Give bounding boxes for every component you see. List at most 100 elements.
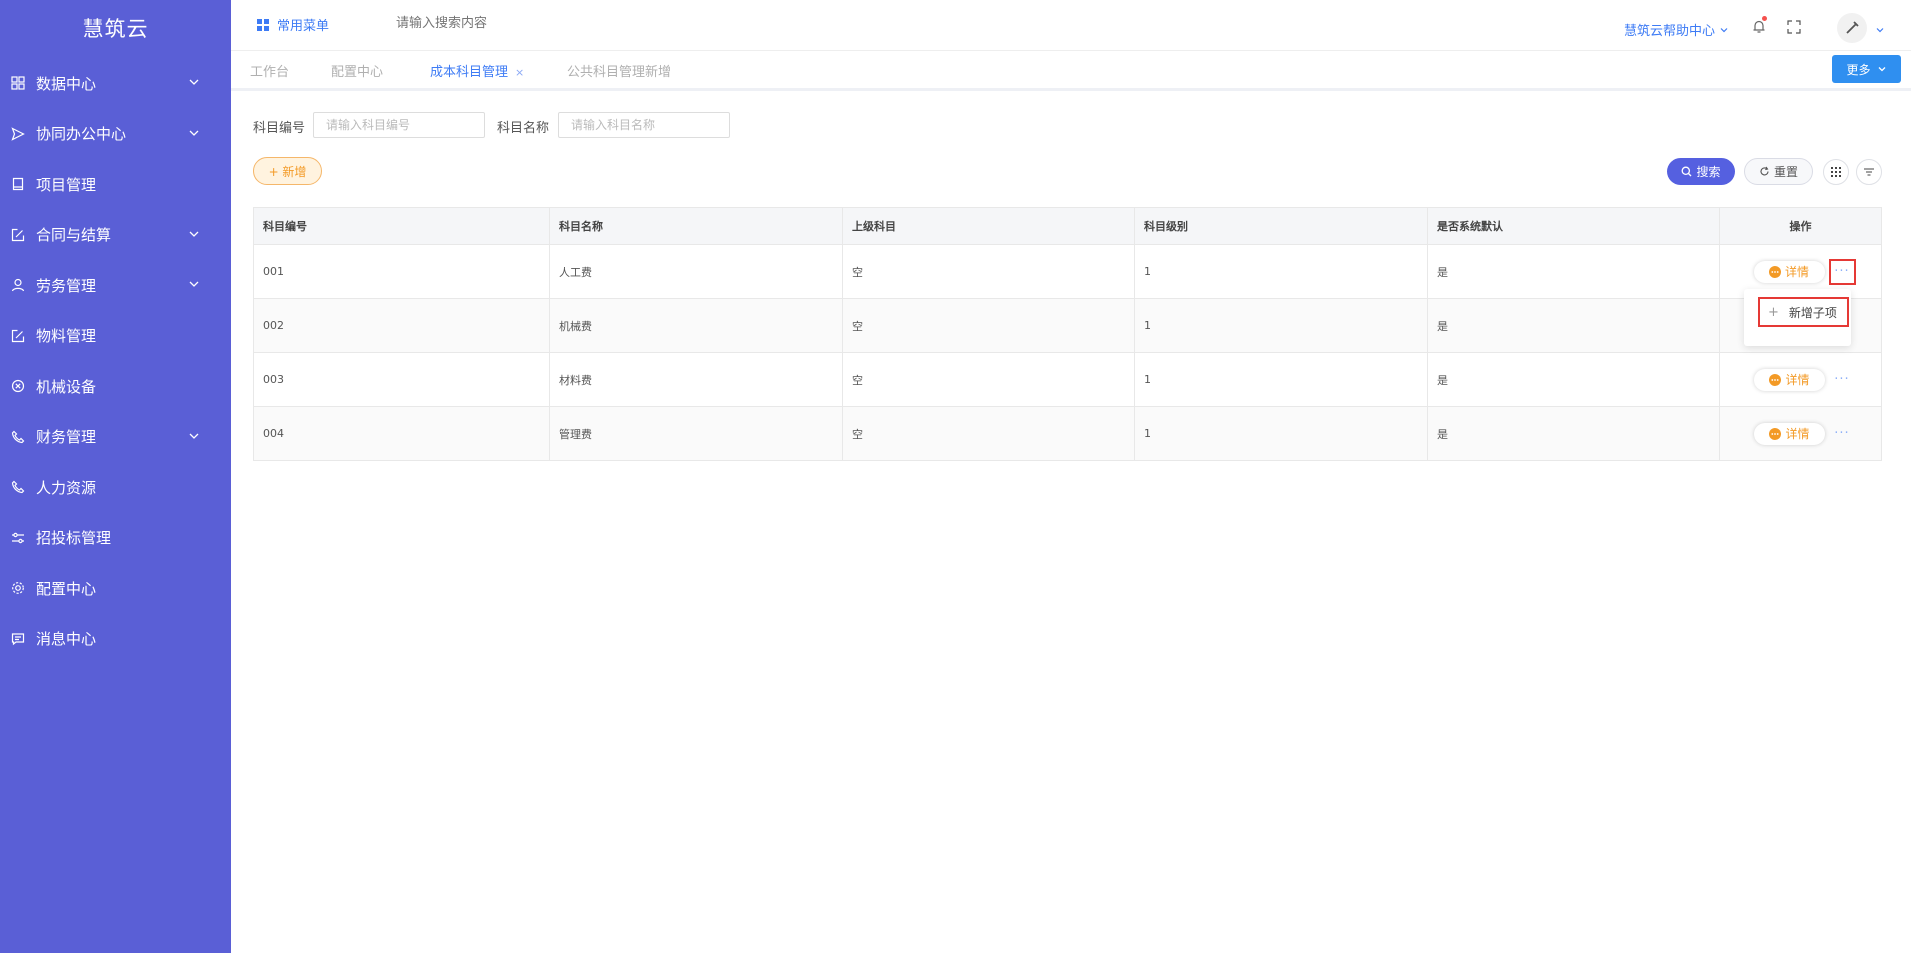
sidebar-item[interactable]: 人力资源 <box>0 462 231 513</box>
chevron-down-icon <box>187 429 203 445</box>
sidebar-item[interactable]: 数据中心 <box>0 58 231 109</box>
sidebar-item-label: 物料管理 <box>36 327 97 346</box>
more-button[interactable]: 更多 <box>1832 55 1901 83</box>
filter-settings-button[interactable] <box>1856 159 1882 185</box>
tab-public-subject-add[interactable]: 公共科目管理新增 <box>567 61 671 80</box>
user-icon <box>10 277 26 293</box>
subject-table: 科目编号 科目名称 上级科目 科目级别 是否系统默认 操作 001 人工费空 1 是详… <box>253 207 1882 461</box>
grid-icon <box>1831 167 1841 177</box>
detail-button-label: 详情 <box>1785 427 1810 441</box>
sidebar-item-label: 合同与结算 <box>36 226 112 245</box>
sidebar-item[interactable]: 招投标管理 <box>0 513 231 564</box>
more-actions-icon[interactable]: ··· <box>1829 423 1855 445</box>
tab-config-center[interactable]: 配置中心 <box>331 61 383 80</box>
table-cell: 002 <box>253 298 550 353</box>
chevron-down-icon <box>187 227 203 243</box>
sidebar-item-label: 财务管理 <box>36 428 97 447</box>
sidebar-item-label: 人力资源 <box>36 478 97 497</box>
column-header: 操作 <box>1719 207 1882 245</box>
search-button[interactable]: 搜索 <box>1667 158 1735 185</box>
notification-bell-icon[interactable] <box>1752 16 1767 38</box>
menu-item-label: 新增子项 <box>1788 305 1837 320</box>
code-filter-label: 科目编号 <box>253 121 306 136</box>
notification-dot <box>1762 16 1767 21</box>
reset-button[interactable]: 重置 <box>1744 158 1813 185</box>
tab-workbench[interactable]: 工作台 <box>250 61 289 80</box>
more-button-label: 更多 <box>1846 62 1871 77</box>
table-cell: 机械费 <box>549 298 843 353</box>
search-button-label: 搜索 <box>1696 165 1721 179</box>
plus-icon: + <box>1768 304 1779 320</box>
sidebar-item[interactable]: 配置中心 <box>0 563 231 614</box>
tab-cost-subject[interactable]: 成本科目管理 × <box>430 61 524 80</box>
code-filter-input[interactable] <box>313 112 485 138</box>
sliders-icon <box>1864 168 1874 176</box>
more-circle-icon <box>1769 427 1782 440</box>
table-cell: 空 <box>842 406 1135 461</box>
tab-label: 成本科目管理 <box>430 65 509 80</box>
sidebar-item[interactable]: 合同与结算 <box>0 210 231 261</box>
column-header: 上级科目 <box>842 207 1135 245</box>
sidebar-item[interactable]: 机械设备 <box>0 361 231 412</box>
detail-button[interactable]: 详情 <box>1753 260 1825 283</box>
avatar-chevron-down-icon[interactable] <box>1875 24 1885 39</box>
chevron-down-icon <box>1878 67 1885 72</box>
sidebar-item[interactable]: 物料管理 <box>0 311 231 362</box>
more-actions-icon[interactable]: ··· <box>1828 258 1856 285</box>
table-cell: 1 <box>1134 244 1428 299</box>
sidebar: 慧筑云 数据中心协同办公中心 项目管理合同与结算劳务管理物料管理机械设备财务管理人… <box>0 0 231 953</box>
sidebar-item-label: 招投标管理 <box>36 529 112 548</box>
sidebar-item-label: 协同办公中心 <box>36 125 127 144</box>
tab-label: 工作台 <box>250 65 290 80</box>
sidebar-item[interactable]: 项目管理 <box>0 159 231 210</box>
phone-icon <box>10 479 26 495</box>
more-actions-icon[interactable]: ··· <box>1829 369 1855 391</box>
close-circle-icon <box>10 378 26 394</box>
phone-icon <box>10 429 26 445</box>
sidebar-item[interactable]: 劳务管理 <box>0 260 231 311</box>
more-circle-icon <box>1768 265 1781 278</box>
detail-button[interactable]: 详情 <box>1754 422 1825 445</box>
table-cell: 1 <box>1134 406 1428 461</box>
sidebar-item-label: 消息中心 <box>36 630 97 649</box>
sidebar-item[interactable]: 协同办公中心 <box>0 109 231 160</box>
chevron-down-icon <box>187 126 203 142</box>
grid-icon <box>257 18 269 31</box>
name-filter-input[interactable] <box>558 112 730 138</box>
app-logo: 慧筑云 <box>82 17 149 41</box>
sidebar-item[interactable]: 消息中心 <box>0 614 231 665</box>
fullscreen-icon[interactable] <box>1787 20 1801 38</box>
table-cell-actions: 详情 ··· <box>1719 352 1882 407</box>
more-circle-icon <box>1769 373 1782 386</box>
table-row: 003 材料费空 1 是 详情 ··· <box>253 352 1882 407</box>
table-cell: 1 <box>1134 298 1428 353</box>
tab-label: 公共科目管理新增 <box>567 65 672 80</box>
message-icon <box>10 631 26 647</box>
sidebar-nav: 数据中心协同办公中心 项目管理合同与结算劳务管理物料管理机械设备财务管理人力资源招… <box>0 58 231 664</box>
table-cell: 003 <box>253 352 550 407</box>
edit-icon <box>10 328 26 344</box>
tab-close-icon[interactable]: × <box>515 66 524 79</box>
help-center-link[interactable]: 慧筑云帮助中心 <box>1624 20 1729 39</box>
search-icon <box>1682 166 1692 177</box>
column-header: 是否系统默认 <box>1427 207 1720 245</box>
sidebar-item[interactable]: 财务管理 <box>0 412 231 463</box>
detail-button-label: 详情 <box>1784 265 1809 279</box>
sidebar-item-label: 项目管理 <box>36 175 97 194</box>
common-menu-button[interactable]: 常用菜单 <box>257 15 329 34</box>
user-avatar[interactable] <box>1837 13 1867 43</box>
column-settings-button[interactable] <box>1823 159 1849 185</box>
table-row: 004 管理费空 1 是 详情 ··· <box>253 406 1882 461</box>
table-cell: 空 <box>842 352 1135 407</box>
sidebar-item-label: 数据中心 <box>36 74 97 93</box>
chevron-down-icon <box>1720 27 1728 32</box>
global-search-input[interactable] <box>394 15 598 32</box>
detail-button[interactable]: 详情 <box>1754 368 1825 391</box>
table-cell: 人工费 <box>549 244 843 299</box>
add-child-item-menu-item[interactable]: + 新增子项 <box>1758 297 1849 327</box>
row-more-dropdown: + 新增子项 <box>1744 289 1851 346</box>
table-cell: 空 <box>842 244 1135 299</box>
column-header: 科目编号 <box>253 207 550 245</box>
add-button[interactable]: + 新增 <box>253 157 322 185</box>
table-row: 001 人工费空 1 是 详情 ··· <box>253 244 1882 299</box>
